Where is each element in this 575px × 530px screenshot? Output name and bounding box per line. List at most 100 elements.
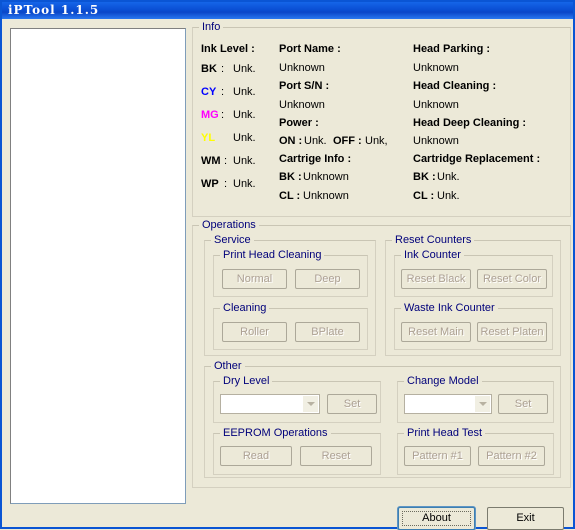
cleaning-caption: Cleaning	[220, 302, 270, 314]
print-head-cleaning-group: Print Head Cleaning Normal Deep	[213, 249, 368, 297]
eeprom-reset-button[interactable]: Reset	[300, 446, 372, 466]
dry-level-combobox[interactable]	[220, 394, 320, 414]
clean-deep-button[interactable]: Deep	[295, 269, 360, 289]
ink-wm-name: WM	[201, 155, 221, 167]
waste-ink-counter-group: Waste Ink Counter Reset Main Reset Plate…	[394, 302, 553, 350]
ink-counter-caption: Ink Counter	[401, 249, 464, 261]
clean-normal-button[interactable]: Normal	[222, 269, 287, 289]
head-cleaning-value: Unknown	[413, 99, 459, 111]
head-deep-cleaning-value: Unknown	[413, 135, 459, 147]
other-group-caption: Other	[211, 360, 245, 372]
about-button[interactable]: About	[398, 507, 475, 530]
chevron-down-icon[interactable]	[303, 396, 318, 412]
change-model-group: Change Model Set	[397, 375, 554, 423]
ink-bk-value: Unk.	[233, 63, 256, 75]
port-name-label: Port Name :	[279, 43, 341, 55]
replacement-bk-label: BK :	[413, 171, 436, 183]
replacement-cl-label: CL :	[413, 190, 435, 202]
about-label: About	[422, 512, 451, 524]
head-deep-cleaning-label: Head Deep Cleaning :	[413, 117, 527, 129]
ink-mg-name: MG	[201, 109, 219, 121]
replacement-cl-value: Unk.	[437, 190, 460, 202]
reset-main-label: Reset Main	[408, 325, 464, 338]
dry-level-group: Dry Level Set	[213, 375, 381, 423]
operations-group-caption: Operations	[199, 219, 259, 231]
info-group: Info Ink Level : BK : Unk. CY : Unk. MG …	[192, 21, 571, 217]
cleaning-bplate-label: BPlate	[311, 325, 344, 338]
ink-yl-value: Unk.	[233, 132, 256, 144]
reset-color-button[interactable]: Reset Color	[477, 269, 547, 289]
ink-cy-value: Unk.	[233, 86, 256, 98]
change-model-set-button[interactable]: Set	[498, 394, 548, 414]
head-parking-value: Unknown	[413, 62, 459, 74]
pattern1-label: Pattern #1	[412, 449, 463, 462]
print-head-test-group: Print Head Test Pattern #1 Pattern #2	[397, 427, 554, 475]
eeprom-operations-group: EEPROM Operations Read Reset	[213, 427, 381, 475]
eeprom-read-button[interactable]: Read	[220, 446, 292, 466]
eeprom-read-label: Read	[242, 449, 270, 462]
exit-label: Exit	[516, 512, 535, 524]
ink-wm-sep: :	[224, 155, 228, 167]
power-on-value: Unk.	[304, 135, 327, 147]
ink-wp-value: Unk.	[233, 178, 256, 190]
cleaning-bplate-button[interactable]: BPlate	[295, 322, 360, 342]
ink-yl-name: YL	[201, 132, 216, 144]
service-group-caption: Service	[211, 234, 254, 246]
operations-group: Operations Service Print Head Cleaning N…	[192, 219, 571, 488]
power-on-label: ON :	[279, 135, 303, 147]
print-head-test-caption: Print Head Test	[404, 427, 486, 439]
dry-level-set-button[interactable]: Set	[327, 394, 377, 414]
port-sn-value: Unknown	[279, 99, 325, 111]
head-cleaning-label: Head Cleaning :	[413, 80, 497, 92]
reset-black-label: Reset Black	[406, 272, 466, 285]
port-name-value: Unknown	[279, 62, 325, 74]
eeprom-caption: EEPROM Operations	[220, 427, 331, 439]
power-label: Power :	[279, 117, 319, 129]
title-bar: iPTool 1.1.5	[2, 2, 573, 19]
ink-wm-value: Unk.	[233, 155, 256, 167]
reset-black-button[interactable]: Reset Black	[401, 269, 471, 289]
about-button-inner: About	[402, 511, 471, 526]
ink-bk-sep: :	[221, 63, 225, 75]
power-off-value: Unk,	[365, 135, 388, 147]
client-area: Info Ink Level : BK : Unk. CY : Unk. MG …	[4, 19, 571, 530]
chevron-down-icon[interactable]	[475, 396, 490, 412]
pattern1-button[interactable]: Pattern #1	[404, 446, 471, 466]
exit-button[interactable]: Exit	[487, 507, 564, 530]
ink-mg-value: Unk.	[233, 109, 256, 121]
info-group-caption: Info	[199, 21, 224, 33]
ink-level-label: Ink Level :	[201, 43, 255, 55]
pattern2-button[interactable]: Pattern #2	[478, 446, 545, 466]
change-model-set-label: Set	[514, 397, 532, 410]
reset-platen-label: Reset Platen	[480, 325, 544, 338]
window-title: iPTool 1.1.5	[8, 3, 100, 17]
pattern2-label: Pattern #2	[486, 449, 537, 462]
service-group: Service Print Head Cleaning Normal Deep …	[204, 234, 376, 356]
reset-counters-group: Reset Counters Ink Counter Reset Black R…	[385, 234, 561, 356]
change-model-caption: Change Model	[404, 375, 482, 387]
clean-deep-label: Deep	[314, 272, 341, 285]
cleaning-roller-button[interactable]: Roller	[222, 322, 287, 342]
cartrige-bk-label: BK :	[279, 171, 302, 183]
ink-wp-sep: :	[224, 178, 228, 190]
ink-bk-name: BK	[201, 63, 217, 75]
cleaning-roller-label: Roller	[240, 325, 269, 338]
change-model-combobox[interactable]	[404, 394, 492, 414]
waste-ink-counter-caption: Waste Ink Counter	[401, 302, 498, 314]
reset-main-button[interactable]: Reset Main	[401, 322, 471, 342]
log-list-panel[interactable]	[10, 28, 186, 504]
reset-platen-button[interactable]: Reset Platen	[477, 322, 547, 342]
clean-normal-label: Normal	[236, 272, 273, 285]
dry-level-caption: Dry Level	[220, 375, 273, 387]
ink-counter-group: Ink Counter Reset Black Reset Color	[394, 249, 553, 297]
ink-mg-sep: :	[221, 109, 225, 121]
ink-wp-name: WP	[201, 178, 219, 190]
ink-cy-sep: :	[221, 86, 225, 98]
cartrige-info-label: Cartrige Info :	[279, 153, 352, 165]
cartrige-cl-value: Unknown	[303, 190, 349, 202]
print-head-cleaning-caption: Print Head Cleaning	[220, 249, 325, 261]
other-group: Other Dry Level Set Change Model Set EEP…	[204, 360, 561, 478]
eeprom-reset-label: Reset	[321, 449, 351, 462]
app-window: iPTool 1.1.5 Info Ink Level : BK : Unk. …	[0, 0, 575, 530]
reset-color-label: Reset Color	[482, 272, 542, 285]
